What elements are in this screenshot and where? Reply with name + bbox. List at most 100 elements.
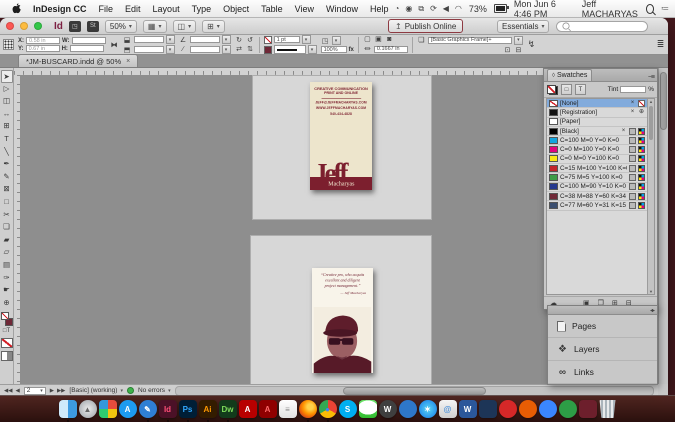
pages-panel-button[interactable]: Pages: [548, 315, 657, 338]
screen-mode-menu[interactable]: ◫: [173, 20, 197, 33]
fill-stroke-wells[interactable]: [1, 312, 13, 326]
shear-angle-field[interactable]: [190, 46, 220, 53]
stroke-type-select[interactable]: [274, 45, 306, 54]
wordpress-dock-icon[interactable]: W: [379, 400, 397, 418]
acrobat-dock-icon[interactable]: A: [239, 400, 257, 418]
fill-swatch[interactable]: [264, 36, 272, 44]
zoom-window-button[interactable]: [34, 22, 42, 30]
line-tool[interactable]: ╲: [1, 146, 13, 159]
swatch-row[interactable]: C=75 M=5 Y=100 K=0: [547, 173, 647, 182]
layers-panel-button[interactable]: Layers: [548, 338, 657, 361]
maroon-app-dock-icon[interactable]: [579, 400, 597, 418]
gradient-swatch-tool[interactable]: ▰: [1, 234, 13, 247]
preflight-errors-menu[interactable]: No errors: [138, 387, 171, 394]
sync-menu-icon[interactable]: ⟳: [430, 4, 437, 13]
formatting-affects-container-button[interactable]: □: [561, 84, 572, 95]
rotation-angle-field[interactable]: [190, 36, 220, 43]
menu-layout[interactable]: Layout: [147, 4, 186, 14]
red-app-dock-icon[interactable]: [499, 400, 517, 418]
tint-field[interactable]: [620, 86, 646, 93]
rectangle-frame-tool[interactable]: ⊠: [1, 183, 13, 196]
view-options-menu[interactable]: ▦: [143, 20, 167, 33]
first-page-button[interactable]: ◀◀: [4, 388, 12, 394]
object-style-select[interactable]: [Basic Graphics Frame]+: [428, 37, 512, 44]
blue-app-dock-icon[interactable]: [399, 400, 417, 418]
spotlight-icon[interactable]: [646, 4, 654, 14]
swatches-tab[interactable]: ◊Swatches: [547, 69, 592, 81]
safari-dock-icon[interactable]: ✶: [419, 400, 437, 418]
swatch-row[interactable]: [None]: [547, 99, 647, 108]
selection-tool[interactable]: ➤: [1, 70, 13, 83]
pencil-app-dock-icon[interactable]: ✎: [139, 400, 157, 418]
swatch-row[interactable]: C=77 M=60 Y=31 K=15: [547, 201, 647, 210]
publish-online-button[interactable]: Publish Online: [388, 19, 463, 33]
chrome-dock-icon[interactable]: ●: [319, 400, 337, 418]
w-field[interactable]: [72, 37, 106, 44]
wrap-offset-field[interactable]: 0.1667 in: [374, 46, 408, 53]
auto-fit-button[interactable]: ⊟: [514, 46, 523, 54]
illustrator-dock-icon[interactable]: Ai: [199, 400, 217, 418]
opacity-field[interactable]: 100%: [321, 46, 347, 53]
indesign-dock-icon[interactable]: Id: [159, 400, 177, 418]
formatting-affects-buttons[interactable]: □T: [1, 326, 13, 336]
acrobat-pro-dock-icon[interactable]: A: [259, 400, 277, 418]
stroke-weight-caret[interactable]: ▾: [302, 35, 311, 44]
swatch-list-scrollbar[interactable]: [647, 99, 654, 294]
page-tool[interactable]: ◫: [1, 95, 13, 108]
prev-page-button[interactable]: ◀: [15, 388, 19, 394]
screen-mode-button[interactable]: [1, 351, 13, 361]
constrain-proportions-toggle[interactable]: ⧓: [110, 41, 119, 49]
textedit-dock-icon[interactable]: ≡: [279, 400, 297, 418]
close-window-button[interactable]: [6, 22, 14, 30]
stroke-swatch[interactable]: [264, 46, 272, 54]
blue-app2-dock-icon[interactable]: [539, 400, 557, 418]
rotation-caret[interactable]: ▾: [222, 35, 231, 44]
firefox-dock-icon[interactable]: [299, 400, 317, 418]
vertical-scrollbar-thumb[interactable]: [660, 72, 667, 130]
swatch-row[interactable]: C=100 M=0 Y=0 K=0: [547, 136, 647, 145]
document-tab[interactable]: *JM-BUSCARD.indd @ 50% ×: [18, 54, 138, 67]
rotate-ccw-button[interactable]: ↺: [246, 36, 255, 44]
rectangle-tool[interactable]: □: [1, 196, 13, 209]
camera-menu-icon[interactable]: ◉: [405, 4, 412, 13]
bridge-button[interactable]: ◳: [69, 21, 81, 32]
horizontal-scrollbar-thumb[interactable]: [343, 387, 486, 395]
links-panel-button[interactable]: Links: [548, 361, 657, 384]
scale-x-caret[interactable]: ▾: [166, 35, 175, 44]
last-page-button[interactable]: ▶▶: [57, 388, 65, 394]
menu-type[interactable]: Type: [186, 4, 218, 14]
tools-fill-swatch[interactable]: [1, 312, 9, 320]
y-field[interactable]: 0.67 in: [26, 45, 60, 52]
word-dock-icon[interactable]: W: [459, 400, 477, 418]
menu-help[interactable]: Help: [364, 4, 395, 14]
menu-window[interactable]: Window: [320, 4, 364, 14]
battery-icon[interactable]: [494, 4, 507, 13]
shear-caret[interactable]: ▾: [222, 45, 231, 54]
menu-edit[interactable]: Edit: [119, 4, 147, 14]
no-wrap-button[interactable]: ▢: [363, 35, 372, 43]
zoom-tool[interactable]: ⊕: [1, 297, 13, 310]
apply-none-button[interactable]: [1, 338, 13, 348]
mail-app-dock-icon[interactable]: @: [439, 400, 457, 418]
menu-indesign[interactable]: InDesign CC: [27, 4, 93, 14]
green-app-dock-icon[interactable]: [559, 400, 577, 418]
reference-point-proxy[interactable]: [3, 39, 14, 50]
h-field[interactable]: [70, 45, 104, 52]
flip-horizontal-button[interactable]: ⇄: [235, 45, 244, 53]
page-number-select[interactable]: 2▾: [24, 387, 46, 395]
swatch-row[interactable]: [Registration]: [547, 108, 647, 117]
page-1-business-card-back[interactable]: CREATIVE COMMUNICATION PRINT AND ONLINE …: [310, 82, 372, 190]
menu-object[interactable]: Object: [217, 4, 255, 14]
volume-menu-icon[interactable]: ◀: [443, 4, 449, 13]
minimize-window-button[interactable]: [20, 22, 28, 30]
object-style-caret[interactable]: ▾: [514, 36, 523, 45]
panel-stack-header[interactable]: [548, 306, 657, 315]
eyedropper-tool[interactable]: ✑: [1, 272, 13, 285]
app-store-dock-icon[interactable]: A: [119, 400, 137, 418]
swatch-row[interactable]: C=0 M=0 Y=100 K=0: [547, 155, 647, 164]
trash-dock-icon[interactable]: [599, 400, 617, 418]
swatch-row[interactable]: C=100 M=90 Y=10 K=0: [547, 183, 647, 192]
corner-options-icon[interactable]: ◳: [321, 37, 330, 45]
rotate-cw-button[interactable]: ↻: [235, 36, 244, 44]
frame-fitting-button[interactable]: ⊡: [503, 46, 512, 54]
